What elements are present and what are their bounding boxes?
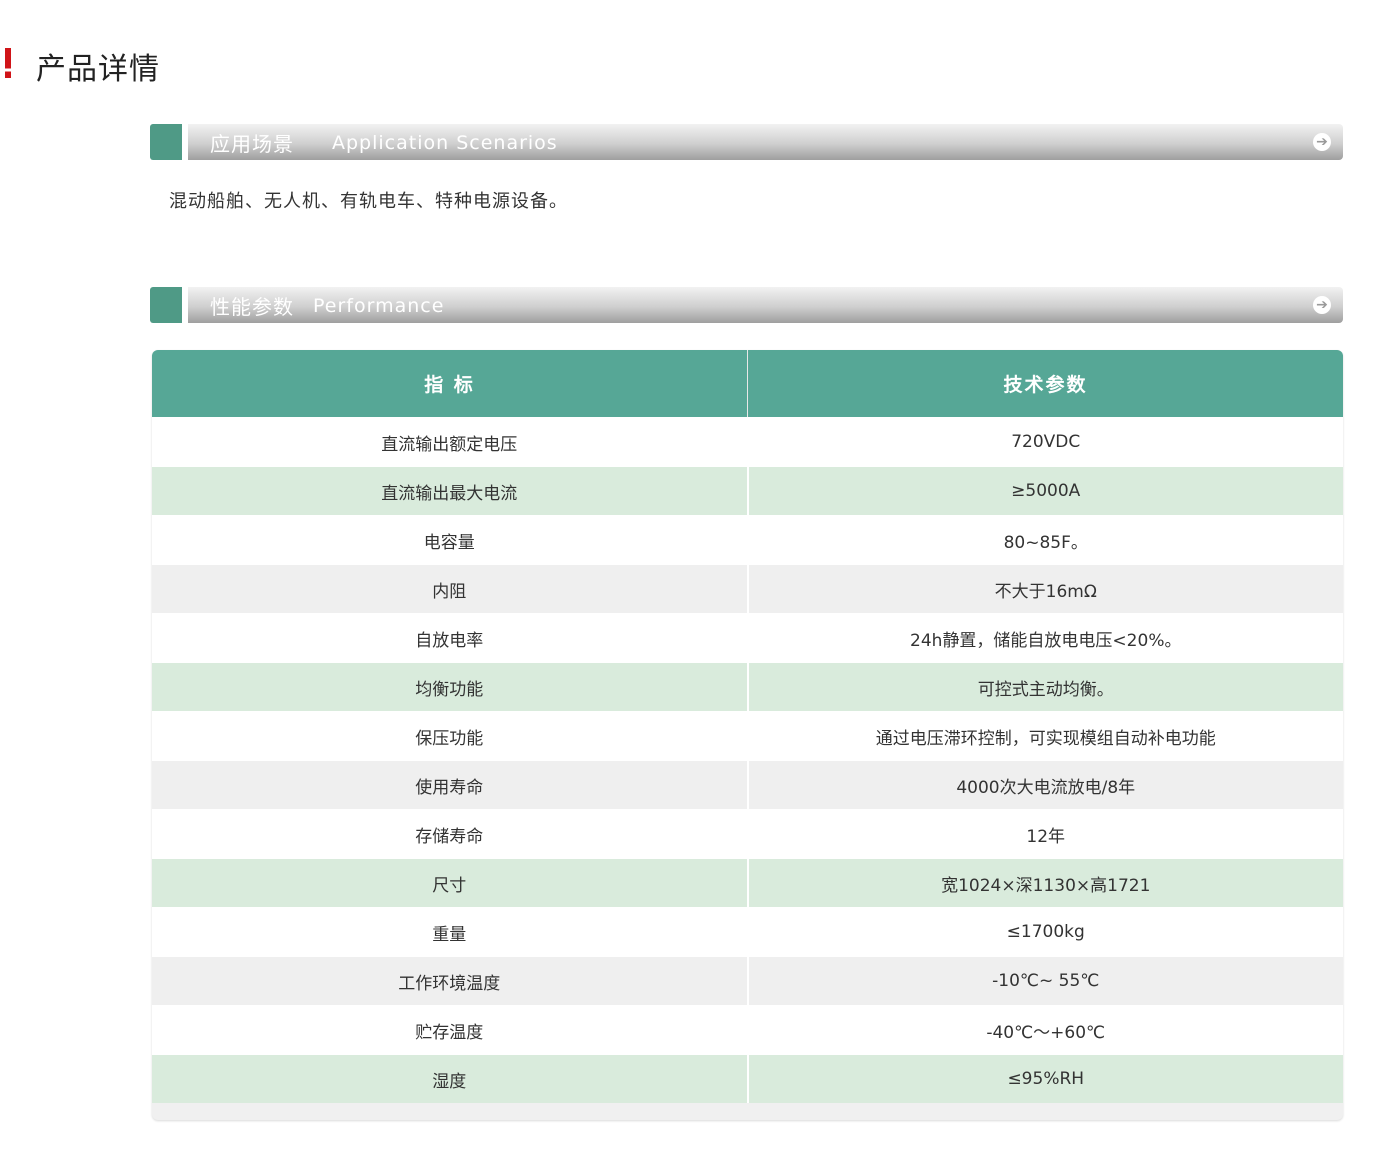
indicator-cell: 存储寿命 bbox=[152, 809, 748, 859]
table-row: 自放电率 24h静置，储能自放电电压<20%。 bbox=[152, 613, 1343, 663]
parameter-cell: -40℃～+60℃ bbox=[746, 1005, 1343, 1055]
indicator-cell: 尺寸 bbox=[152, 858, 748, 908]
table-row: 保压功能 通过电压滞环控制，可实现模组自动补电功能 bbox=[152, 711, 1343, 761]
column-header-indicator: 指 标 bbox=[152, 350, 748, 418]
section-title-cn: 性能参数 bbox=[210, 295, 294, 319]
page-title: 产品详情 bbox=[36, 52, 160, 87]
table-row: 使用寿命 4000次大电流放电/8年 bbox=[152, 760, 1343, 810]
parameter-cell: 24h静置，储能自放电电压<20%。 bbox=[746, 613, 1343, 663]
parameter-cell: 80~85F。 bbox=[746, 515, 1343, 565]
parameter-cell: 宽1024×深1130×高1721 bbox=[746, 858, 1343, 908]
section-bar-performance[interactable]: 性能参数 Performance ➔ bbox=[150, 287, 1343, 323]
table-row: 电容量 80~85F。 bbox=[152, 515, 1343, 565]
section-title-en: Application Scenarios bbox=[332, 132, 558, 154]
section-tab bbox=[150, 124, 182, 160]
application-description: 混动船舶、无人机、有轨电车、特种电源设备。 bbox=[169, 191, 568, 212]
parameter-cell: 720VDC bbox=[746, 417, 1343, 467]
indicator-cell: 使用寿命 bbox=[152, 760, 748, 810]
indicator-cell: 保压功能 bbox=[152, 711, 748, 761]
parameter-cell: 不大于16mΩ bbox=[746, 564, 1343, 614]
parameter-cell: 可控式主动均衡。 bbox=[746, 662, 1343, 712]
parameter-cell: 通过电压滞环控制，可实现模组自动补电功能 bbox=[746, 711, 1343, 761]
parameter-cell: ≥5000A bbox=[746, 466, 1343, 516]
table-row: 贮存温度 -40℃～+60℃ bbox=[152, 1005, 1343, 1055]
table-row: 内阻 不大于16mΩ bbox=[152, 564, 1343, 614]
indicator-cell: 工作环境温度 bbox=[152, 956, 748, 1006]
section-bar-application[interactable]: 应用场景 Application Scenarios ➔ bbox=[150, 124, 1343, 160]
indicator-cell: 直流输出额定电压 bbox=[152, 417, 748, 467]
table-body: 直流输出额定电压 720VDC 直流输出最大电流 ≥5000A 电容量 80~85F。 内阻… bbox=[152, 417, 1343, 1103]
indicator-cell: 贮存温度 bbox=[152, 1005, 748, 1055]
indicator-cell: 直流输出最大电流 bbox=[152, 466, 748, 516]
parameter-cell: 4000次大电流放电/8年 bbox=[746, 760, 1343, 810]
performance-table-container: 指 标 技术参数 直流输出额定电压 720VDC 直流输出最大电流 ≥5000A 电容量… bbox=[152, 350, 1343, 1120]
table-row: 工作环境温度 -10℃~ 55℃ bbox=[152, 956, 1343, 1006]
indicator-cell: 均衡功能 bbox=[152, 662, 748, 712]
parameter-cell: ≤1700kg bbox=[746, 907, 1343, 957]
table-row: 直流输出额定电压 720VDC bbox=[152, 417, 1343, 467]
parameter-cell: ≤95%RH bbox=[746, 1054, 1343, 1103]
table-row: 重量 ≤1700kg bbox=[152, 907, 1343, 957]
indicator-cell: 湿度 bbox=[152, 1054, 748, 1103]
arrow-circle-right-icon[interactable]: ➔ bbox=[1313, 133, 1331, 151]
section-title-en: Performance bbox=[313, 295, 445, 317]
table-row: 尺寸 宽1024×深1130×高1721 bbox=[152, 858, 1343, 908]
section-tab bbox=[150, 287, 182, 323]
indicator-cell: 电容量 bbox=[152, 515, 748, 565]
table-header-row: 指 标 技术参数 bbox=[152, 350, 1343, 418]
table-row: 直流输出最大电流 ≥5000A bbox=[152, 466, 1343, 516]
table-row: 湿度 ≤95%RH bbox=[152, 1054, 1343, 1103]
arrow-circle-right-icon[interactable]: ➔ bbox=[1313, 296, 1331, 314]
table-row: 均衡功能 可控式主动均衡。 bbox=[152, 662, 1343, 712]
parameter-cell: -10℃~ 55℃ bbox=[746, 956, 1343, 1006]
performance-table: 指 标 技术参数 直流输出额定电压 720VDC 直流输出最大电流 ≥5000A 电容量… bbox=[152, 350, 1343, 1103]
indicator-cell: 自放电率 bbox=[152, 613, 748, 663]
parameter-cell: 12年 bbox=[746, 809, 1343, 859]
section-title-cn: 应用场景 bbox=[210, 132, 294, 156]
indicator-cell: 内阻 bbox=[152, 564, 748, 614]
title-accent-marker bbox=[5, 48, 11, 78]
column-header-parameter: 技术参数 bbox=[747, 350, 1343, 418]
page-header: 产品详情 bbox=[0, 40, 400, 87]
indicator-cell: 重量 bbox=[152, 907, 748, 957]
table-row: 存储寿命 12年 bbox=[152, 809, 1343, 859]
